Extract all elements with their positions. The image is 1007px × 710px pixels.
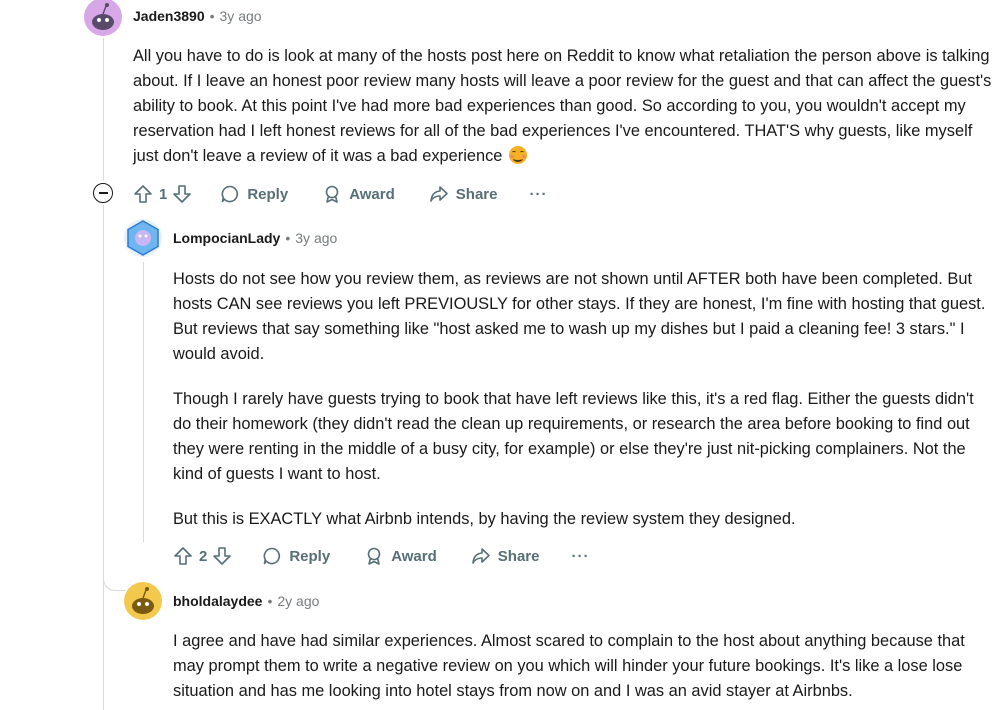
upvote-button[interactable] xyxy=(133,184,153,204)
vote-count: 1 xyxy=(159,185,168,203)
author-name[interactable]: bholdalaydee xyxy=(173,593,262,609)
more-options-icon: ··· xyxy=(529,185,548,203)
avatar[interactable] xyxy=(84,0,122,36)
share-button[interactable]: Share xyxy=(471,546,540,566)
reply-button[interactable]: Reply xyxy=(262,546,330,566)
award-button[interactable]: Award xyxy=(364,546,437,566)
reply-label: Reply xyxy=(289,547,331,565)
collapse-thread-button[interactable] xyxy=(93,183,113,203)
upvote-button[interactable] xyxy=(173,546,193,566)
thread-line-main-lower[interactable] xyxy=(103,205,104,710)
smiling-face-emoji-icon xyxy=(508,146,527,164)
more-options-icon: ··· xyxy=(571,547,590,565)
downvote-button[interactable] xyxy=(212,546,232,566)
hexagon-avatar-icon xyxy=(127,220,159,256)
timestamp[interactable]: 2y ago xyxy=(277,593,319,609)
author-name[interactable]: Jaden3890 xyxy=(133,8,205,24)
comment-paragraph: But this is EXACTLY what Airbnb intends,… xyxy=(173,510,796,528)
upvote-arrow-icon xyxy=(174,547,192,565)
comment-bubble-icon xyxy=(263,547,281,565)
thread-line-connector xyxy=(103,565,126,591)
comment-bubble-icon xyxy=(221,185,239,203)
comment-meta: bholdalaydee • 2y ago xyxy=(173,593,319,609)
timestamp[interactable]: 3y ago xyxy=(220,8,262,24)
more-options-button[interactable]: ··· xyxy=(529,186,547,203)
share-label: Share xyxy=(455,185,498,203)
snoo-avatar-icon xyxy=(132,587,154,614)
award-label: Award xyxy=(349,185,395,203)
avatar[interactable] xyxy=(124,582,162,620)
thread-line-main[interactable] xyxy=(103,38,104,181)
reply-label: Reply xyxy=(247,185,289,203)
comment-body: All you have to do is look at many of th… xyxy=(133,44,993,169)
snoo-avatar-icon xyxy=(92,3,114,30)
comment-body: Hosts do not see how you review them, as… xyxy=(173,267,995,532)
comment-text: All you have to do is look at many of th… xyxy=(133,47,992,165)
comment-actions: 1 Reply Award Share ··· xyxy=(133,181,547,207)
thread-line-reply[interactable] xyxy=(143,262,144,542)
comment-body: I agree and have had similar experiences… xyxy=(173,629,995,704)
comment-meta: LompocianLady • 3y ago xyxy=(173,230,337,246)
award-icon xyxy=(325,185,339,203)
more-options-button[interactable]: ··· xyxy=(571,548,589,565)
comment-meta: Jaden3890 • 3y ago xyxy=(133,8,262,24)
comment-paragraph: All you have to do is look at many of th… xyxy=(133,44,993,169)
comment-paragraph: Hosts do not see how you review them, as… xyxy=(173,270,986,363)
author-name[interactable]: LompocianLady xyxy=(173,230,280,246)
avatar[interactable] xyxy=(124,219,162,257)
award-label: Award xyxy=(391,547,437,565)
downvote-arrow-icon xyxy=(213,547,232,565)
downvote-button[interactable] xyxy=(172,184,192,204)
share-arrow-icon xyxy=(429,186,448,202)
share-button[interactable]: Share xyxy=(429,184,498,204)
meta-separator: • xyxy=(267,593,273,609)
timestamp[interactable]: 3y ago xyxy=(295,230,337,246)
comment-actions: 2 Reply Award Share ··· xyxy=(173,543,589,569)
downvote-arrow-icon xyxy=(173,185,192,203)
share-arrow-icon xyxy=(471,548,490,564)
share-label: Share xyxy=(497,547,540,565)
comment-paragraph: Though I rarely have guests trying to bo… xyxy=(173,390,974,483)
comment-paragraph: I agree and have had similar experiences… xyxy=(173,632,965,700)
upvote-arrow-icon xyxy=(134,185,152,203)
award-icon xyxy=(367,547,381,565)
award-button[interactable]: Award xyxy=(322,184,395,204)
reply-button[interactable]: Reply xyxy=(220,184,288,204)
meta-separator: • xyxy=(209,8,215,24)
meta-separator: • xyxy=(285,230,291,246)
vote-count: 2 xyxy=(199,547,208,565)
